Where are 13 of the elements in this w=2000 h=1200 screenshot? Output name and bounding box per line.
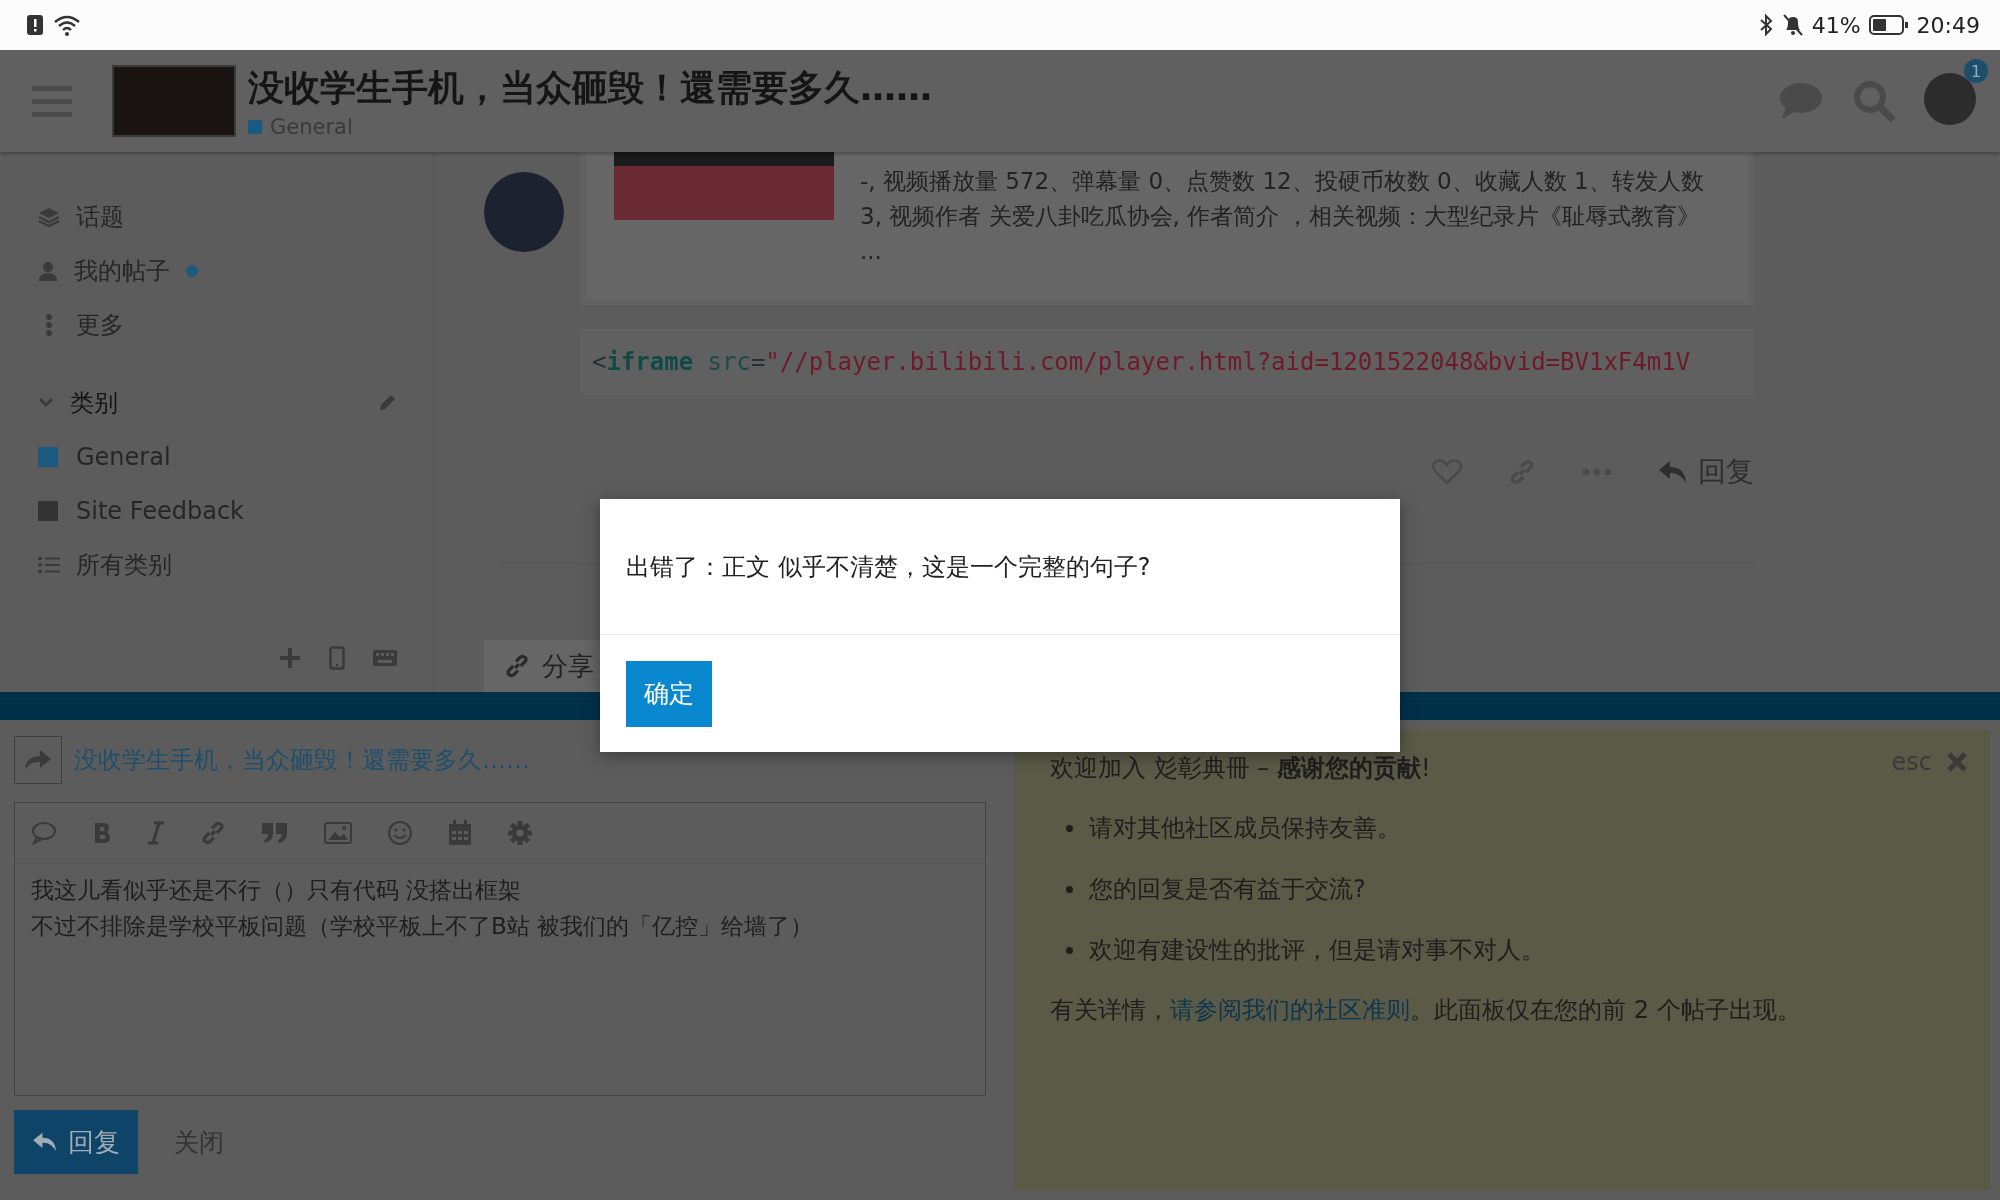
notification-badge: 1	[1964, 59, 1988, 83]
guideline-item: 您的回复是否有益于交流?	[1066, 871, 1545, 907]
guideline-item: 欢迎有建设性的批评，但是请对事不对人。	[1066, 932, 1545, 968]
clock-time: 20:49	[1916, 12, 1980, 38]
error-message: 出错了：正文 似乎不清楚，这是一个完整的句子?	[626, 551, 1151, 583]
preview-description: -, 视频播放量 572、弹幕量 0、点赞数 12、投硬币枚数 0、收藏人数 1、转发人数 3, 视频作者 关爱八卦吃瓜协会, 作者简介 ，相关视频：大型纪录片《耻辱式教育》 ...	[860, 167, 1705, 266]
details-text: 有关详情，请参阅我们的社区准则。此面板仅在您的前 2 个帖子出现。	[1050, 995, 1801, 1026]
battery-percent: 41%	[1811, 12, 1861, 38]
reply-text-line: 不过不排除是学校平板问题（学校平板上不了B站 被我们的「亿控」给墙了）	[31, 912, 814, 941]
guideline-item: 请对其他社区成员保持友善。	[1066, 810, 1545, 846]
reply-text-line: 我这儿看似乎还是不行（）只有代码 没搭出框架	[31, 876, 522, 905]
welcome-text: 欢迎加入 彣彰典冊 – 感谢您的贡献!	[1050, 753, 1431, 784]
code-block: <iframe src="//player.bilibili.com/player.html?aid=1201522048&bvid=BV1xF4m1V	[580, 329, 1754, 395]
